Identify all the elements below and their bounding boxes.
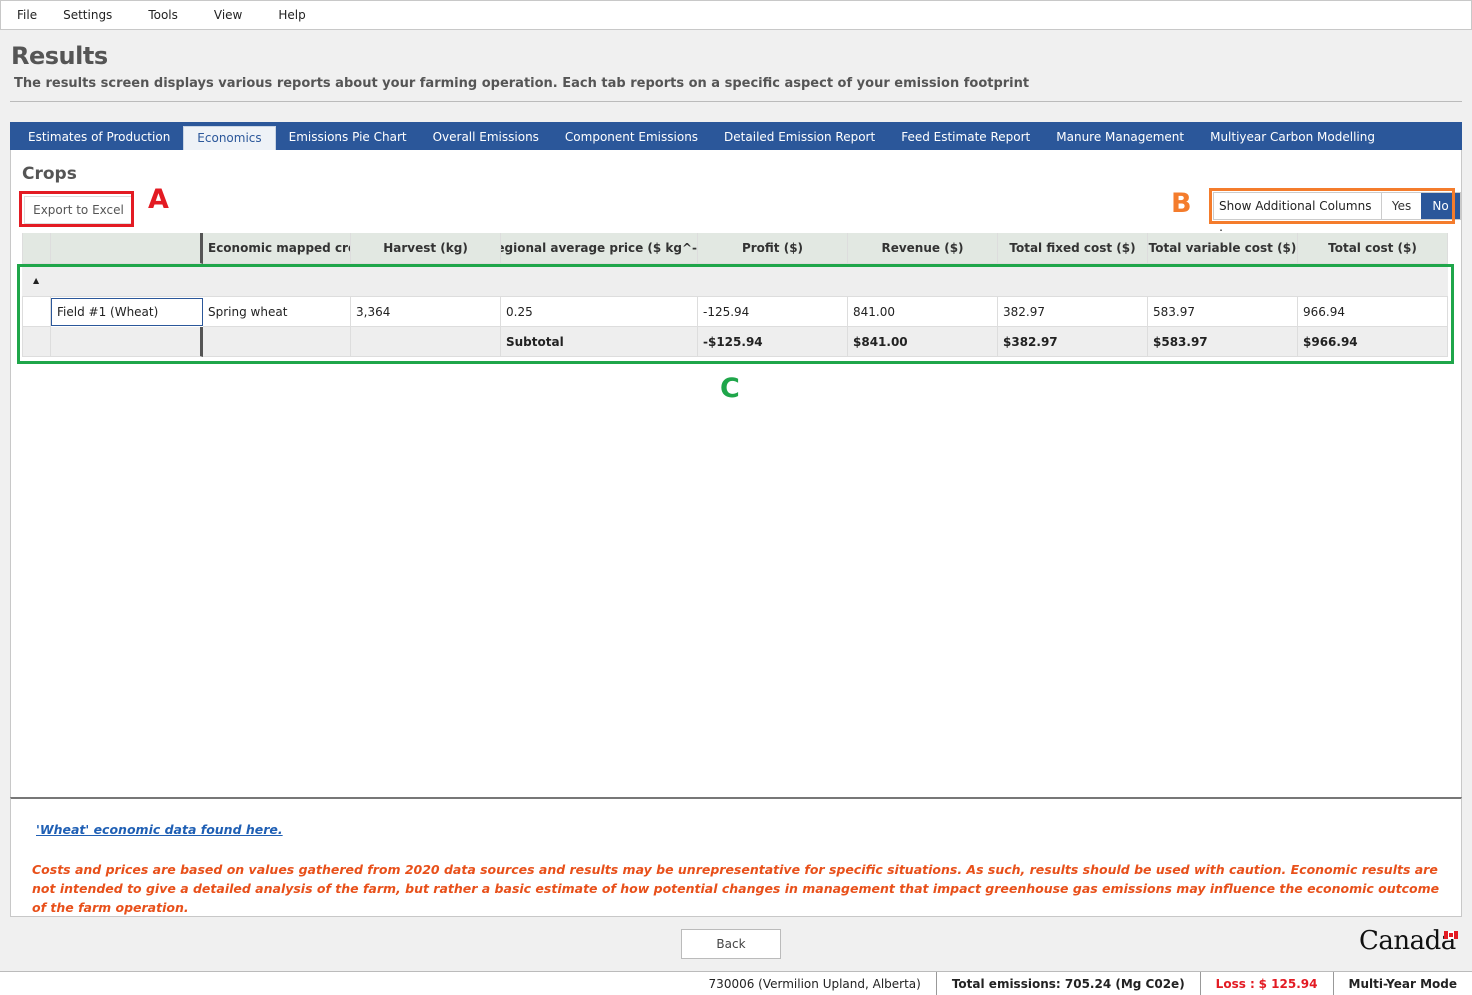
header-divider (10, 101, 1462, 102)
annotation-box-a (19, 191, 134, 227)
tab-manure-management[interactable]: Manure Management (1043, 126, 1197, 150)
grid-header-row: Economic mapped crop Harvest (kg) Region… (22, 233, 1448, 264)
page-header: Results The results screen displays vari… (0, 30, 1472, 123)
column-header-field[interactable] (51, 233, 203, 264)
report-tabs: Estimates of Production Economics Emissi… (10, 122, 1462, 150)
column-header-harvest[interactable]: Harvest (kg) (351, 233, 501, 264)
menu-file[interactable]: File (1, 8, 57, 22)
status-total-emissions: Total emissions: 705.24 (Mg C02e) (935, 971, 1200, 995)
economic-disclaimer: Costs and prices are based on values gat… (32, 862, 1440, 915)
tab-economics[interactable]: Economics (183, 126, 276, 150)
loss-label: Loss : (1215, 976, 1255, 991)
loss-value: $ 125.94 (1258, 976, 1318, 991)
column-header-total-fixed-cost[interactable]: Total fixed cost ($) (998, 233, 1148, 264)
status-bar: 730006 (Vermilion Upland, Alberta) Total… (0, 971, 1472, 995)
canada-flag-icon (1444, 931, 1458, 939)
column-header-revenue[interactable]: Revenue ($) (848, 233, 998, 264)
status-loss: Loss : $ 125.94 (1199, 971, 1333, 995)
section-title: Crops (22, 164, 77, 184)
menu-help[interactable]: Help (262, 8, 325, 22)
tab-detailed-emission-report[interactable]: Detailed Emission Report (711, 126, 888, 150)
tab-estimates-of-production[interactable]: Estimates of Production (10, 126, 183, 150)
canada-wordmark: Canada (1359, 926, 1456, 956)
column-header-profit[interactable]: Profit ($) (698, 233, 848, 264)
tab-component-emissions[interactable]: Component Emissions (552, 126, 711, 150)
tab-feed-estimate-report[interactable]: Feed Estimate Report (888, 126, 1043, 150)
menu-settings[interactable]: Settings (57, 8, 132, 22)
annotation-label-a: A (148, 184, 169, 215)
menu-view[interactable]: View (198, 8, 262, 22)
annotation-label-c: C (720, 373, 740, 404)
status-location: 730006 (Vermilion Upland, Alberta) (708, 976, 921, 991)
economics-notes: 'Wheat' economic data found here. Costs … (10, 797, 1462, 917)
tab-overall-emissions[interactable]: Overall Emissions (420, 126, 552, 150)
column-header-total-variable-cost[interactable]: Total variable cost ($) (1148, 233, 1298, 264)
column-header-regional-average-price[interactable]: Regional average price ($ kg^-1) (501, 233, 698, 264)
annotation-label-b: B (1171, 188, 1192, 219)
tab-multiyear-carbon-modelling[interactable]: Multiyear Carbon Modelling (1197, 126, 1388, 150)
row-selector-header (22, 233, 51, 264)
back-button[interactable]: Back (681, 929, 781, 959)
menu-bar: File Settings Tools View Help (0, 0, 1472, 30)
annotation-box-b (1209, 188, 1455, 224)
status-mode: Multi-Year Mode (1332, 971, 1472, 995)
tab-emissions-pie-chart[interactable]: Emissions Pie Chart (276, 126, 420, 150)
column-header-total-cost[interactable]: Total cost ($) (1298, 233, 1448, 264)
wheat-economic-data-link[interactable]: 'Wheat' economic data found here. (36, 822, 283, 837)
menu-tools[interactable]: Tools (132, 8, 198, 22)
annotation-box-c (17, 264, 1454, 364)
column-header-economic-mapped-crop[interactable]: Economic mapped crop (203, 233, 351, 264)
page-subtitle: The results screen displays various repo… (14, 76, 1030, 91)
economics-panel: Crops Export to Excel A B Show Additiona… (10, 150, 1462, 798)
page-title: Results (11, 42, 108, 70)
